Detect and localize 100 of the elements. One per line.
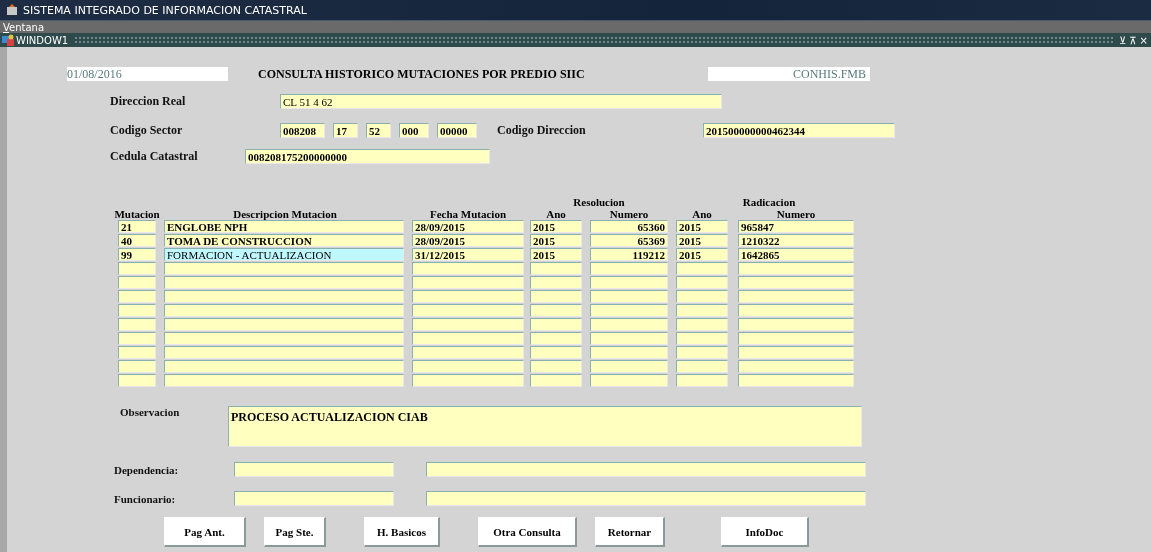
table-cell[interactable] [590, 318, 668, 331]
table-cell[interactable]: 965847 [738, 220, 854, 233]
table-cell[interactable] [412, 332, 524, 345]
table-cell[interactable] [118, 332, 156, 345]
table-cell[interactable]: 2015 [530, 220, 582, 233]
table-cell[interactable] [738, 346, 854, 359]
table-cell[interactable] [530, 332, 582, 345]
table-cell[interactable] [738, 290, 854, 303]
table-cell[interactable] [412, 304, 524, 317]
table-cell[interactable] [118, 276, 156, 289]
table-cell[interactable] [738, 360, 854, 373]
table-cell[interactable] [412, 374, 524, 387]
table-cell[interactable] [590, 262, 668, 275]
table-cell[interactable] [738, 332, 854, 345]
sector-code-field[interactable]: 008208 [280, 123, 325, 138]
table-cell[interactable]: ENGLOBE NPH [164, 220, 404, 233]
table-cell[interactable] [530, 318, 582, 331]
table-cell[interactable]: 28/09/2015 [412, 220, 524, 233]
table-cell[interactable] [738, 374, 854, 387]
table-cell[interactable] [530, 346, 582, 359]
table-cell[interactable] [118, 360, 156, 373]
table-cell[interactable]: 1210322 [738, 234, 854, 247]
sector-code-field[interactable]: 17 [333, 123, 358, 138]
table-cell[interactable]: 2015 [530, 234, 582, 247]
table-cell[interactable] [530, 276, 582, 289]
address-code-field[interactable]: 201500000000462344 [703, 123, 895, 138]
observation-field[interactable]: PROCESO ACTUALIZACION CIAB [228, 406, 862, 447]
table-cell[interactable] [530, 374, 582, 387]
table-cell[interactable]: 40 [118, 234, 156, 247]
department-name-field[interactable] [426, 462, 866, 477]
action-button[interactable]: Otra Consulta [478, 517, 577, 547]
table-cell[interactable] [590, 374, 668, 387]
table-cell[interactable] [738, 262, 854, 275]
table-cell[interactable]: 31/12/2015 [412, 248, 524, 261]
table-cell[interactable] [412, 290, 524, 303]
window-control[interactable]: × [1139, 34, 1148, 46]
table-cell[interactable]: 28/09/2015 [412, 234, 524, 247]
action-button[interactable]: H. Basicos [364, 517, 440, 547]
table-cell[interactable] [118, 304, 156, 317]
table-cell[interactable] [412, 346, 524, 359]
table-cell[interactable] [164, 374, 404, 387]
table-cell[interactable] [164, 360, 404, 373]
menu-item[interactable]: Ventana [3, 21, 45, 33]
table-cell[interactable] [412, 360, 524, 373]
table-cell[interactable] [676, 374, 728, 387]
table-cell[interactable] [590, 304, 668, 317]
table-cell[interactable]: FORMACION - ACTUALIZACION [164, 248, 404, 261]
table-cell[interactable] [118, 374, 156, 387]
table-cell[interactable] [118, 318, 156, 331]
table-cell[interactable] [164, 332, 404, 345]
table-cell[interactable] [590, 346, 668, 359]
table-cell[interactable]: TOMA DE CONSTRUCCION [164, 234, 404, 247]
table-cell[interactable] [412, 318, 524, 331]
sector-code-field[interactable]: 00000 [437, 123, 477, 138]
table-cell[interactable] [590, 332, 668, 345]
table-cell[interactable] [118, 262, 156, 275]
table-cell[interactable]: 2015 [676, 234, 728, 247]
table-cell[interactable] [530, 290, 582, 303]
address-field[interactable]: CL 51 4 62 [280, 94, 722, 109]
table-cell[interactable]: 2015 [530, 248, 582, 261]
table-cell[interactable]: 21 [118, 220, 156, 233]
table-cell[interactable] [412, 276, 524, 289]
table-cell[interactable] [676, 332, 728, 345]
table-cell[interactable] [530, 262, 582, 275]
table-cell[interactable] [676, 318, 728, 331]
table-cell[interactable] [676, 346, 728, 359]
table-cell[interactable] [676, 262, 728, 275]
table-cell[interactable] [118, 290, 156, 303]
table-cell[interactable] [676, 276, 728, 289]
table-cell[interactable]: 99 [118, 248, 156, 261]
table-cell[interactable]: 2015 [676, 220, 728, 233]
action-button[interactable]: Pag Ant. [164, 517, 246, 547]
table-cell[interactable] [118, 346, 156, 359]
table-cell[interactable] [590, 290, 668, 303]
sector-code-field[interactable]: 000 [399, 123, 429, 138]
table-cell[interactable] [676, 290, 728, 303]
action-button[interactable]: Retornar [595, 517, 665, 547]
table-cell[interactable] [676, 304, 728, 317]
window-control[interactable]: ⊼ [1129, 34, 1137, 46]
table-cell[interactable] [590, 360, 668, 373]
action-button[interactable]: InfoDoc [721, 517, 809, 547]
table-cell[interactable] [738, 318, 854, 331]
action-button[interactable]: Pag Ste. [264, 517, 326, 547]
table-cell[interactable] [164, 346, 404, 359]
table-cell[interactable] [412, 262, 524, 275]
table-cell[interactable]: 2015 [676, 248, 728, 261]
table-cell[interactable] [738, 276, 854, 289]
table-cell[interactable] [164, 304, 404, 317]
table-cell[interactable]: 1642865 [738, 248, 854, 261]
department-code-field[interactable] [234, 462, 394, 477]
table-cell[interactable] [738, 304, 854, 317]
official-name-field[interactable] [426, 491, 866, 506]
table-cell[interactable]: 65369 [590, 234, 668, 247]
table-cell[interactable]: 119212 [590, 248, 668, 261]
table-cell[interactable]: 65360 [590, 220, 668, 233]
table-cell[interactable] [164, 262, 404, 275]
official-code-field[interactable] [234, 491, 394, 506]
table-cell[interactable] [530, 304, 582, 317]
table-cell[interactable] [530, 360, 582, 373]
table-cell[interactable] [164, 290, 404, 303]
